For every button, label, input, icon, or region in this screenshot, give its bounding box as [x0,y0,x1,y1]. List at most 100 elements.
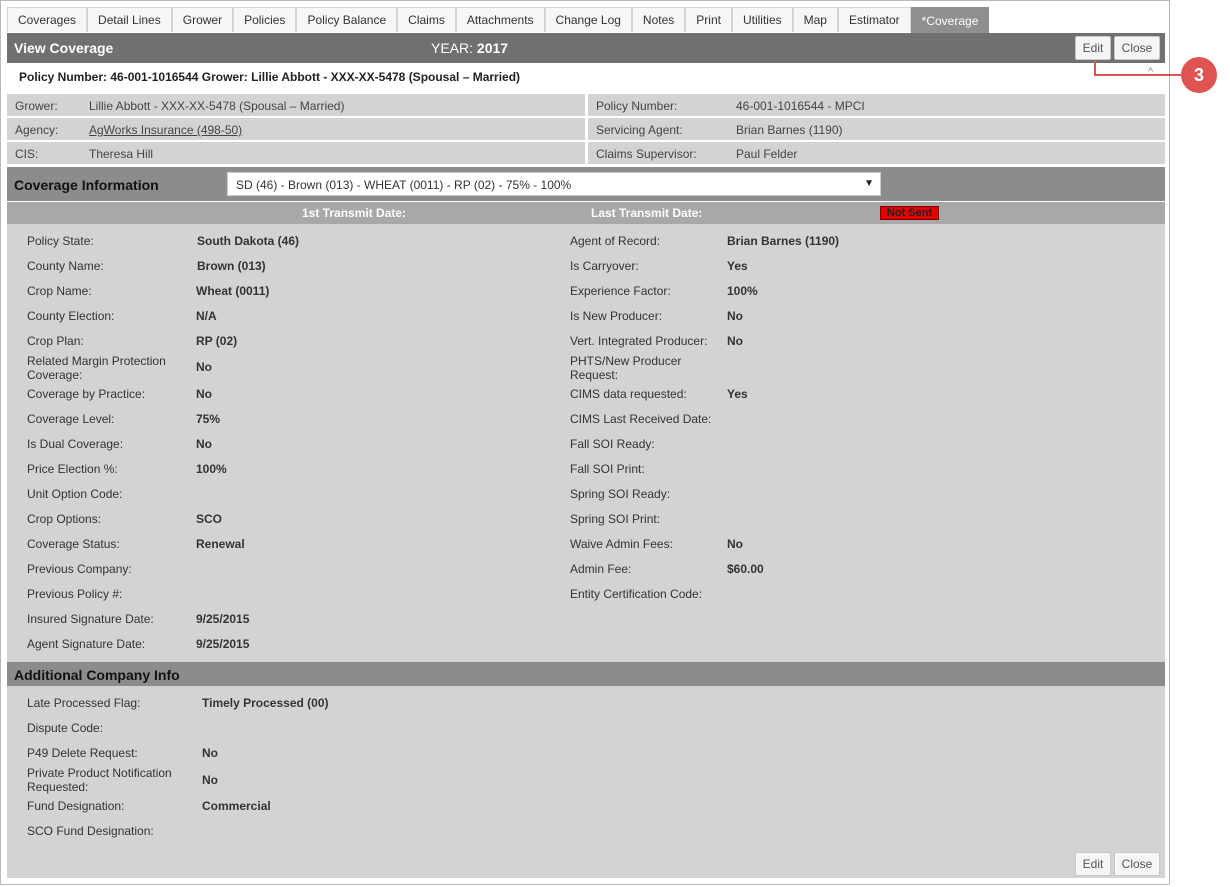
claims-supervisor-label: Claims Supervisor: [596,147,697,161]
tab-policy-balance[interactable]: Policy Balance [296,7,398,32]
footer-close-button[interactable]: Close [1114,852,1160,876]
field-value: South Dakota (46) [197,234,300,248]
field-label: County Name: [27,259,104,273]
coverage-info-header: Coverage Information SD (46) - Brown (01… [7,167,1165,201]
field-value: Brown (013) [197,259,266,273]
year-display: YEAR: 2017 [431,40,508,56]
field-label: Coverage by Practice: [27,387,146,401]
tab-print[interactable]: Print [685,7,732,32]
field-label: Coverage Status: [27,537,120,551]
status-badge: Not Sent [880,206,939,220]
footer-edit-button[interactable]: Edit [1075,852,1111,876]
field-label: Waive Admin Fees: [570,537,673,551]
tab-estimator[interactable]: Estimator [837,7,911,32]
claims-supervisor-value: Paul Felder [736,147,798,161]
field-label: Coverage Level: [27,412,115,426]
field-label: Crop Options: [27,512,102,526]
field-label: Policy State: [27,234,94,248]
field-value: No [196,437,212,451]
field-label: Agent of Record: [570,234,661,248]
field-value: No [202,773,218,787]
field-label: PHTS/New Producer Request: [570,354,682,382]
field-label: Admin Fee: [570,562,632,576]
field-label: Agent Signature Date: [27,637,146,651]
field-label: Dispute Code: [27,721,104,735]
year-value: 2017 [476,40,509,56]
cis-value: Theresa Hill [89,147,154,161]
field-label: Fund Designation: [27,799,125,813]
field-value: RP (02) [196,334,238,348]
field-label: Is Carryover: [570,259,639,273]
field-label: Spring SOI Ready: [570,487,671,501]
field-value: No [727,537,743,551]
field-value: No [727,309,743,323]
tab-utilities[interactable]: Utilities [731,7,793,32]
agency-link[interactable]: AgWorks Insurance (498-50) [89,123,242,137]
field-label: Entity Certification Code: [570,587,703,601]
field-value: 100% [196,462,227,476]
field-value: $60.00 [727,562,764,576]
field-value: Commercial [202,799,271,813]
field-label: Previous Policy #: [27,587,123,601]
additional-info-title: Additional Company Info [14,667,180,683]
field-value: Wheat (0011) [196,284,270,298]
field-label: Vert. Integrated Producer: [570,334,708,348]
callout-connector [1094,60,1181,76]
cis-cell: CIS: Theresa Hill [7,142,585,164]
coverage-details: Policy State: South Dakota (46) County N… [7,224,1165,662]
tab-bar: Coverages Detail Lines Grower Policies P… [7,7,990,33]
grower-value: Lillie Abbott - XXX-XX-5478 (Spousal – M… [89,99,345,113]
servicing-agent-cell: Servicing Agent: Brian Barnes (1190) [588,118,1165,140]
tab-attachments[interactable]: Attachments [455,7,545,32]
claims-supervisor-cell: Claims Supervisor: Paul Felder [588,142,1165,164]
last-transmit-label: Last Transmit Date: [591,206,703,220]
policy-number-cell: Policy Number: 46-001-1016544 - MPCI [588,94,1165,116]
field-label: Price Election %: [27,462,118,476]
field-label: Is New Producer: [570,309,663,323]
field-label: Crop Plan: [27,334,84,348]
field-label: Is Dual Coverage: [27,437,124,451]
chevron-down-icon: ▼ [864,178,874,189]
field-label: Insured Signature Date: [27,612,154,626]
field-value: SCO [196,512,223,526]
agency-label: Agency: [15,123,59,137]
tab-coverage-active[interactable]: *Coverage [910,7,990,33]
field-label: Fall SOI Print: [570,462,645,476]
agency-cell: Agency: AgWorks Insurance (498-50) [7,118,585,140]
tab-claims[interactable]: Claims [397,7,456,32]
transmit-bar: 1st Transmit Date: Last Transmit Date: N… [7,202,1165,224]
tab-notes[interactable]: Notes [631,7,686,32]
field-value: N/A [196,309,217,323]
tab-change-log[interactable]: Change Log [544,7,632,32]
tab-grower[interactable]: Grower [171,7,234,32]
coverage-select[interactable]: SD (46) - Brown (013) - WHEAT (0011) - R… [227,172,881,196]
field-value: No [196,360,212,374]
info-row-cis: CIS: Theresa Hill Claims Supervisor: Pau… [7,142,1165,164]
field-label: County Election: [27,309,115,323]
info-row-grower: Grower: Lillie Abbott - XXX-XX-5478 (Spo… [7,94,1165,116]
policy-number-value: 46-001-1016544 - MPCI [736,99,865,113]
field-value: 75% [196,412,221,426]
field-value: No [727,334,743,348]
field-value: Yes [727,259,748,273]
tab-detail-lines[interactable]: Detail Lines [87,7,172,32]
field-value: 9/25/2015 [196,612,250,626]
grower-label: Grower: [15,99,58,113]
field-label: Previous Company: [27,562,132,576]
field-label: CIMS data requested: [570,387,687,401]
field-value: Yes [727,387,748,401]
page-title: View Coverage [14,40,114,56]
field-label: Private Product Notification Requested: [27,766,172,794]
field-label: Experience Factor: [570,284,671,298]
field-value: No [196,387,212,401]
policy-number-label: Policy Number: [596,99,678,113]
tab-coverages[interactable]: Coverages [7,7,88,32]
field-label: SCO Fund Designation: [27,824,154,838]
info-row-agency: Agency: AgWorks Insurance (498-50) Servi… [7,118,1165,140]
additional-info-details: Late Processed Flag: Timely Processed (0… [7,686,1165,878]
servicing-agent-value: Brian Barnes (1190) [736,123,843,137]
tab-policies[interactable]: Policies [233,7,297,32]
year-label: YEAR: [431,40,474,56]
tab-map[interactable]: Map [792,7,838,32]
field-value: 100% [727,284,758,298]
